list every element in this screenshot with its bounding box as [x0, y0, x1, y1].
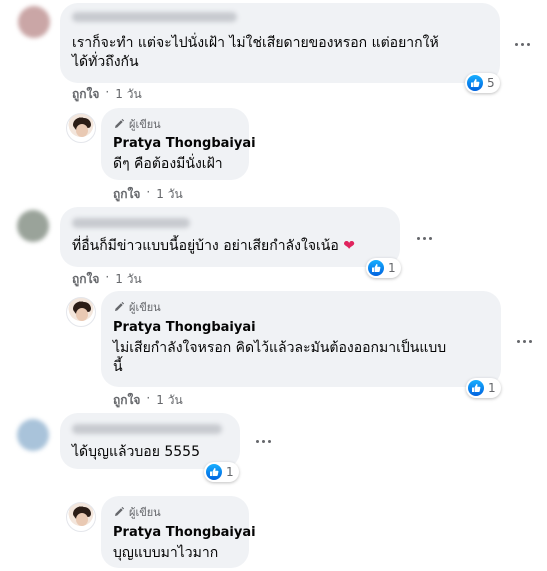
heart-icon: ❤ — [338, 238, 355, 254]
like-reaction-icon — [206, 464, 222, 480]
pen-icon — [115, 506, 125, 516]
more-options-icon[interactable] — [512, 34, 532, 54]
reply-text: ดีๆ คือต้องมีนั่งเฝ้า — [113, 156, 223, 172]
separator: · — [105, 85, 110, 99]
more-options-icon[interactable] — [514, 331, 534, 351]
timestamp[interactable]: 1 วัน — [115, 270, 141, 289]
reaction-count: 1 — [488, 381, 496, 395]
commenter-name[interactable] — [72, 12, 237, 22]
like-link[interactable]: ถูกใจ — [113, 185, 140, 204]
comment-actions: ถูกใจ · 1 วัน — [72, 85, 142, 104]
reply-actions: ถูกใจ · 1 วัน — [113, 391, 183, 410]
reaction-badge[interactable]: 1 — [204, 462, 239, 482]
commenter-avatar[interactable] — [18, 6, 50, 38]
more-options-icon[interactable] — [414, 228, 434, 248]
more-options-icon[interactable] — [253, 431, 273, 451]
author-badge-label: ผู้เขียน — [129, 118, 161, 131]
like-reaction-icon — [468, 380, 484, 396]
reaction-badge[interactable]: 1 — [466, 378, 501, 398]
author-badge: ผู้เขียน — [113, 115, 161, 133]
timestamp[interactable]: 1 วัน — [156, 391, 182, 410]
comment-actions: ถูกใจ · 1 วัน — [72, 270, 142, 289]
comment-text: ได้บุญแล้วบอย 5555 — [72, 444, 200, 460]
like-link[interactable]: ถูกใจ — [72, 270, 99, 289]
separator: · — [105, 270, 110, 284]
author-name[interactable]: Pratya Thongbaiyai — [113, 136, 256, 151]
pen-icon — [115, 301, 125, 311]
like-reaction-icon — [467, 75, 483, 91]
like-link[interactable]: ถูกใจ — [113, 391, 140, 410]
like-reaction-icon — [368, 260, 384, 276]
author-name[interactable]: Pratya Thongbaiyai — [113, 320, 256, 335]
separator: · — [146, 185, 151, 199]
reply-text: ไม่เสียกำลังใจหรอก คิดไว้แล้วละมันต้องออ… — [113, 340, 447, 356]
author-badge: ผู้เขียน — [113, 503, 161, 521]
timestamp[interactable]: 1 วัน — [156, 185, 182, 204]
timestamp[interactable]: 1 วัน — [115, 85, 141, 104]
author-name[interactable]: Pratya Thongbaiyai — [113, 525, 256, 540]
commenter-name[interactable] — [72, 424, 222, 434]
reply-text: นี้ — [113, 359, 123, 375]
author-badge: ผู้เขียน — [113, 298, 161, 316]
reaction-badge[interactable]: 1 — [366, 258, 401, 278]
reaction-count: 1 — [226, 465, 234, 479]
author-avatar[interactable] — [66, 297, 96, 327]
pen-icon — [115, 118, 125, 128]
author-avatar[interactable] — [66, 113, 96, 143]
reply-actions: ถูกใจ · 1 วัน — [113, 185, 183, 204]
author-badge-label: ผู้เขียน — [129, 506, 161, 519]
author-badge-label: ผู้เขียน — [129, 301, 161, 314]
reaction-count: 5 — [487, 76, 495, 90]
separator: · — [146, 391, 151, 405]
author-avatar[interactable] — [66, 502, 96, 532]
commenter-avatar[interactable] — [17, 419, 49, 451]
reply-text: บุญแบบมาไวมาก — [113, 545, 219, 561]
commenter-avatar[interactable] — [17, 210, 49, 242]
like-link[interactable]: ถูกใจ — [72, 85, 99, 104]
reaction-badge[interactable]: 5 — [465, 73, 500, 93]
comment-text: ได้ทั่วถึงกัน — [72, 54, 139, 70]
reaction-count: 1 — [388, 261, 396, 275]
comment-text: ที่อื่นก็มีข่าวแบบนี้อยู่บ้าง อย่าเสียกำ… — [72, 238, 355, 254]
comment-text: เราก็จะทำ แต่จะไปนั่งเฝ้า ไม่ใช่เสียดายข… — [72, 35, 439, 51]
commenter-name[interactable] — [72, 218, 190, 228]
